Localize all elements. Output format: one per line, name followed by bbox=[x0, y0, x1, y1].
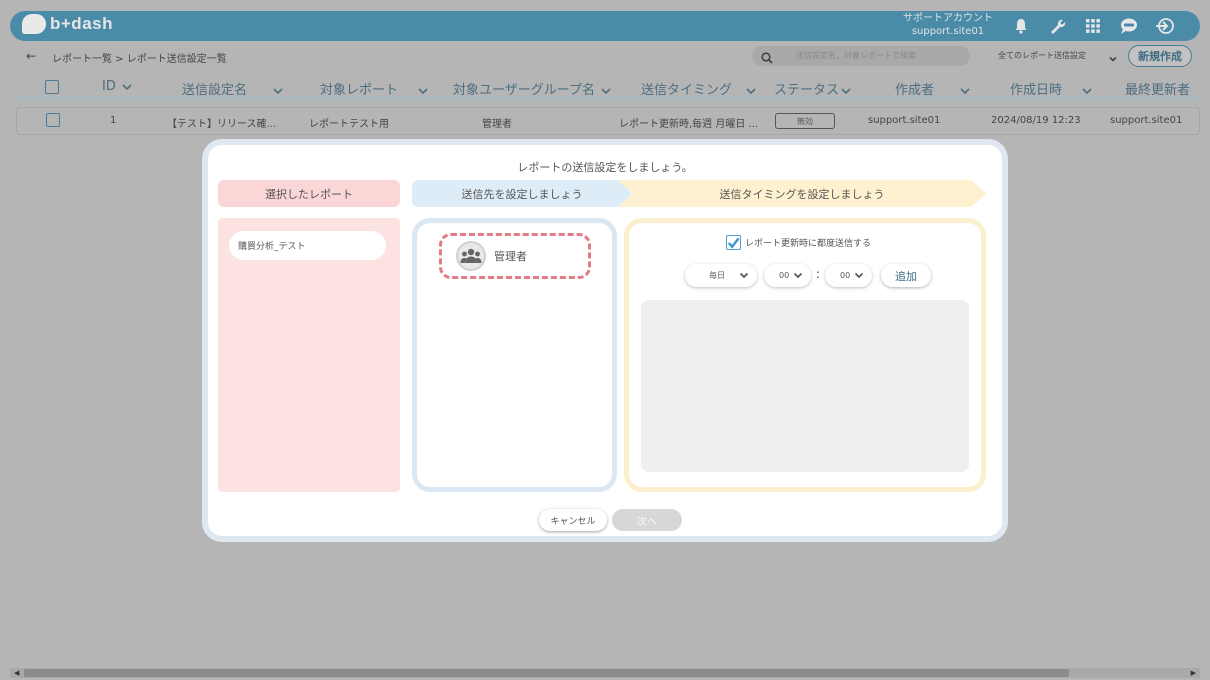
scroll-left-icon[interactable]: ◀ bbox=[14, 669, 19, 677]
cell-creator: support.site01 bbox=[868, 115, 941, 126]
logo[interactable]: b+dash bbox=[22, 14, 113, 34]
chevron-down-icon bbox=[601, 87, 611, 94]
cell-timing: レポート更新時,毎週 月曜日 ... bbox=[619, 119, 759, 130]
recipient-panel: 管理者 bbox=[412, 218, 617, 492]
recipient-group-item[interactable]: 管理者 bbox=[439, 233, 591, 279]
logout-icon[interactable] bbox=[1154, 15, 1176, 37]
minute-select[interactable]: 00 bbox=[825, 264, 872, 287]
recipient-label: 管理者 bbox=[494, 250, 527, 263]
sub-toolbar: ← レポート一覧 > レポート送信設定一覧 送信設定名、対象レポートで検索 全て… bbox=[10, 44, 1200, 70]
send-on-update-label: レポート更新時に都度送信する bbox=[745, 239, 872, 249]
user-group-icon bbox=[456, 241, 486, 271]
column-header-group[interactable]: 対象ユーザーグループ名 bbox=[453, 79, 611, 98]
scrollbar-thumb[interactable] bbox=[24, 669, 1069, 677]
cell-updater: support.site01 bbox=[1110, 115, 1183, 126]
breadcrumb[interactable]: レポート一覧 > レポート送信設定一覧 bbox=[52, 50, 227, 65]
step-recipient: 送信先を設定しましょう bbox=[412, 180, 632, 207]
top-icon-group bbox=[1010, 15, 1176, 37]
selected-report-panel: 購買分析_テスト bbox=[218, 218, 400, 492]
next-button[interactable]: 次へ bbox=[612, 509, 682, 531]
chevron-down-icon bbox=[841, 87, 851, 94]
grid-icon[interactable] bbox=[1082, 15, 1104, 37]
scroll-right-icon[interactable]: ▶ bbox=[1191, 669, 1196, 677]
cancel-button[interactable]: キャンセル bbox=[539, 509, 607, 531]
column-header-status[interactable]: ステータス bbox=[774, 79, 851, 98]
step-selected-report: 選択したレポート bbox=[218, 180, 400, 207]
hour-value: 00 bbox=[779, 271, 790, 280]
frequency-value: 毎日 bbox=[709, 271, 725, 280]
chevron-down-icon bbox=[854, 272, 864, 279]
timing-list bbox=[641, 300, 969, 472]
selected-report-item: 購買分析_テスト bbox=[229, 231, 386, 260]
wrench-icon[interactable] bbox=[1046, 15, 1068, 37]
chevron-down-icon bbox=[122, 83, 132, 90]
checkbox-checked-icon[interactable] bbox=[726, 235, 741, 250]
chevron-down-icon[interactable] bbox=[1108, 49, 1118, 68]
cell-name: 【テスト】リリース確... bbox=[167, 119, 277, 130]
table-header: ID 送信設定名 対象レポート 対象ユーザーグループ名 送信タイミング ステータ… bbox=[16, 76, 1200, 100]
logo-bubble-icon bbox=[22, 14, 46, 34]
add-timing-button[interactable]: 追加 bbox=[881, 264, 931, 287]
modal-title: レポートの送信設定をしましょう。 bbox=[517, 161, 693, 174]
minute-value: 00 bbox=[840, 271, 851, 280]
search-placeholder: 送信設定名、対象レポートで検索 bbox=[796, 51, 916, 60]
account-info[interactable]: サポートアカウント support.site01 bbox=[903, 12, 993, 38]
column-header-report[interactable]: 対象レポート bbox=[320, 79, 428, 98]
top-navigation-bar: b+dash サポートアカウント support.site01 bbox=[10, 11, 1200, 41]
cell-created: 2024/08/19 12:23 bbox=[991, 115, 1081, 126]
chevron-down-icon bbox=[793, 272, 803, 279]
account-name: サポートアカウント bbox=[903, 13, 993, 24]
new-create-button[interactable]: 新規作成 bbox=[1128, 45, 1192, 67]
table-row[interactable]: 1 【テスト】リリース確... レポートテスト用 管理者 レポート更新時,毎週 … bbox=[16, 107, 1200, 135]
frequency-select[interactable]: 毎日 bbox=[685, 264, 757, 287]
column-header-name[interactable]: 送信設定名 bbox=[182, 79, 283, 98]
cell-group: 管理者 bbox=[482, 119, 512, 130]
time-separator: : bbox=[816, 267, 821, 281]
column-header-id[interactable]: ID bbox=[102, 79, 132, 94]
cell-id: 1 bbox=[110, 115, 117, 126]
search-icon bbox=[761, 49, 773, 68]
select-all-checkbox[interactable] bbox=[45, 80, 59, 94]
send-on-update-toggle[interactable]: レポート更新時に都度送信する bbox=[726, 235, 871, 250]
send-settings-modal: レポートの送信設定をしましょう。 選択したレポート 送信先を設定しましょう 送信… bbox=[202, 139, 1008, 542]
hour-select[interactable]: 00 bbox=[764, 264, 811, 287]
chevron-down-icon bbox=[746, 87, 756, 94]
account-id: support.site01 bbox=[911, 26, 985, 37]
chevron-down-icon bbox=[418, 87, 428, 94]
logo-text: b+dash bbox=[50, 14, 113, 33]
chevron-down-icon bbox=[1082, 87, 1092, 94]
column-header-timing[interactable]: 送信タイミング bbox=[641, 79, 756, 98]
column-header-updater[interactable]: 最終更新者 bbox=[1125, 79, 1190, 98]
status-badge: 無効 bbox=[775, 113, 835, 129]
timing-panel: レポート更新時に都度送信する 毎日 00 : 00 追加 bbox=[624, 218, 986, 492]
chevron-down-icon bbox=[273, 87, 283, 94]
horizontal-scrollbar[interactable]: ◀ ▶ bbox=[10, 668, 1200, 678]
filter-select[interactable]: 全てのレポート送信設定 bbox=[998, 50, 1086, 61]
bell-icon[interactable] bbox=[1010, 15, 1032, 37]
column-header-created[interactable]: 作成日時 bbox=[1010, 79, 1092, 98]
search-input[interactable]: 送信設定名、対象レポートで検索 bbox=[752, 46, 970, 66]
back-arrow-icon[interactable]: ← bbox=[26, 49, 36, 63]
column-header-creator[interactable]: 作成者 bbox=[895, 79, 970, 98]
chat-icon[interactable] bbox=[1118, 15, 1140, 37]
chevron-down-icon bbox=[960, 87, 970, 94]
cell-report: レポートテスト用 bbox=[309, 119, 389, 130]
step-timing: 送信タイミングを設定しましょう bbox=[618, 180, 986, 207]
chevron-down-icon bbox=[739, 272, 749, 279]
row-checkbox[interactable] bbox=[46, 113, 60, 127]
